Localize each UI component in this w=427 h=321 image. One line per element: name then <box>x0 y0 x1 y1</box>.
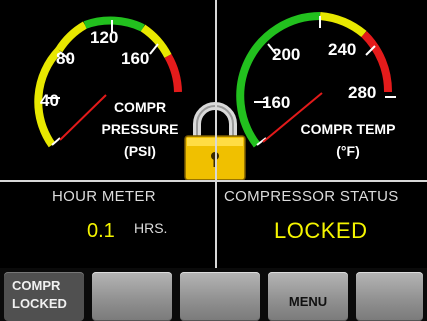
softkey-3-button[interactable] <box>180 272 260 321</box>
hour-meter-value: 0.1 <box>87 220 115 242</box>
temp-arc-yellow <box>319 12 367 38</box>
vertical-divider <box>215 0 217 268</box>
menu-button[interactable]: MENU <box>268 272 348 321</box>
hour-meter-unit: HRS. <box>134 220 168 236</box>
pressure-tick-label: 80 <box>56 49 75 68</box>
pressure-gauge-unit: (PSI) <box>124 143 156 159</box>
softkey-label: MENU <box>288 294 328 309</box>
temp-gauge-label: COMPR TEMP <box>301 121 396 137</box>
pressure-tick-label: 160 <box>121 49 149 68</box>
pressure-arc-red <box>164 54 182 93</box>
softkey-label: COMPR <box>12 278 61 293</box>
hmi-screen: 40 80 120 160 COMPR PRESSURE (PSI) 160 2… <box>0 0 427 321</box>
temp-tick-label: 240 <box>328 40 356 59</box>
horizontal-divider <box>0 180 427 182</box>
temp-tick-label: 280 <box>348 83 376 102</box>
compressor-status-value: LOCKED <box>274 218 368 243</box>
temp-gauge: 160 200 240 280 COMPR TEMP (°F) <box>236 12 396 159</box>
pressure-needle <box>59 94 107 141</box>
temp-tick-label: 200 <box>272 45 300 64</box>
pressure-arc-yellow-mid <box>55 21 88 53</box>
pressure-gauge-label: COMPR <box>114 99 166 115</box>
temp-tick-label: 160 <box>262 93 290 112</box>
softkey-label: LOCKED <box>12 296 67 311</box>
pressure-arc-green <box>83 16 145 32</box>
hour-meter-label: HOUR METER <box>52 188 156 205</box>
pressure-gauge: 40 80 120 160 COMPR PRESSURE (PSI) <box>34 16 182 159</box>
pressure-gauge-label: PRESSURE <box>101 121 178 137</box>
softkey-5-button[interactable] <box>356 272 423 321</box>
pressure-tick-label: 40 <box>40 91 59 110</box>
softkey-bar: COMPR LOCKED MENU <box>0 268 427 321</box>
temp-gauge-unit: (°F) <box>336 143 359 159</box>
compr-locked-button[interactable]: COMPR LOCKED <box>4 272 84 321</box>
softkey-2-button[interactable] <box>92 272 172 321</box>
compressor-status-label: COMPRESSOR STATUS <box>224 188 399 205</box>
pressure-tick-label: 120 <box>90 28 118 47</box>
